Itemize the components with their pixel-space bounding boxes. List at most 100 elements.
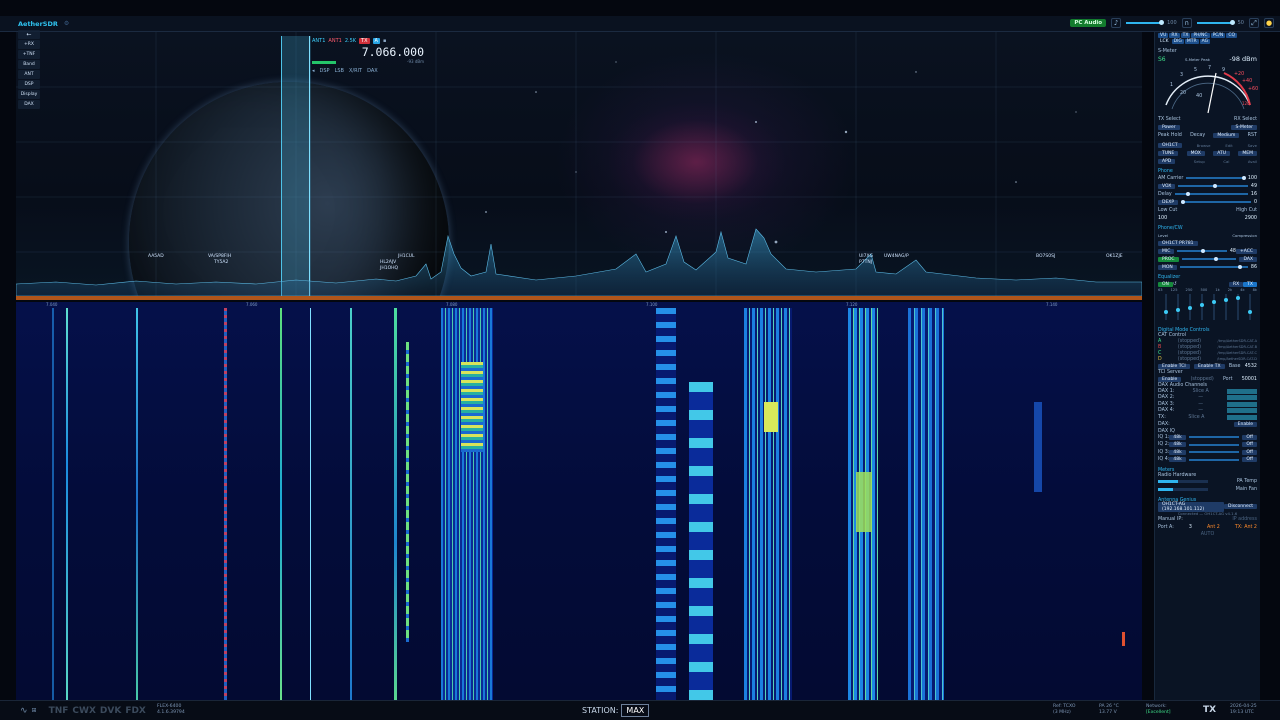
dax-tx-button[interactable]: DAX xyxy=(1239,256,1257,262)
menu-ant-button[interactable]: ANT xyxy=(18,70,40,79)
dax-enable-button[interactable]: Enable xyxy=(1233,422,1257,427)
chip-lck[interactable]: LCK xyxy=(1158,39,1171,44)
apd-button[interactable]: APD xyxy=(1158,158,1176,164)
iq-toggle[interactable]: Off xyxy=(1242,457,1257,463)
dexp-slider[interactable] xyxy=(1181,200,1251,204)
mic-source-select[interactable]: MIC xyxy=(1158,248,1175,254)
frequency-scale-bar[interactable] xyxy=(16,296,1142,300)
profile-save[interactable]: Save xyxy=(1248,143,1257,148)
manual-ip-input[interactable]: IP address xyxy=(1232,517,1257,522)
fdx-toggle[interactable]: FDX xyxy=(125,706,146,716)
proc-button[interactable]: PROC xyxy=(1158,256,1179,262)
mox-button[interactable]: MOX xyxy=(1186,150,1205,156)
profile-browse[interactable]: Browse xyxy=(1197,143,1211,148)
iq-rate-select[interactable]: 48k xyxy=(1169,442,1186,448)
tx-low-cut[interactable]: 100 xyxy=(1158,216,1167,221)
mon-button[interactable]: MON xyxy=(1158,264,1177,270)
base-value[interactable]: 4532 xyxy=(1245,364,1257,369)
iq-toggle[interactable]: Off xyxy=(1242,434,1257,440)
filter-width[interactable]: 2.5K xyxy=(345,38,356,44)
station-value[interactable]: MAX xyxy=(621,704,650,717)
pc-audio-button[interactable]: PC Audio xyxy=(1070,19,1107,27)
slice-dax-tab[interactable]: DAX xyxy=(367,68,378,74)
iq-toggle[interactable]: Off xyxy=(1242,442,1257,448)
port-value[interactable]: 50001 xyxy=(1242,377,1257,382)
delay-slider[interactable] xyxy=(1174,192,1248,196)
ag-disconnect-button[interactable]: Disconnect xyxy=(1224,504,1257,509)
settings-icon[interactable]: ⚙ xyxy=(64,20,69,27)
iq-rate-select[interactable]: 48k xyxy=(1169,449,1186,455)
mem-button[interactable]: MEM xyxy=(1238,150,1257,156)
spot-label[interactable]: UW4NAG/P xyxy=(884,254,909,259)
tnf-toggle[interactable]: TNF xyxy=(49,706,69,716)
menu-rx-button[interactable]: +RX xyxy=(18,40,40,49)
apd-setup[interactable]: Setup xyxy=(1194,159,1205,164)
proc-slider[interactable] xyxy=(1181,257,1237,261)
spot-label[interactable]: AA5AD xyxy=(148,254,164,259)
dax-channel-value[interactable]: Slice A xyxy=(1193,389,1209,394)
tune-button[interactable]: TUNE xyxy=(1158,150,1179,156)
spot-label[interactable]: JH1OHQ xyxy=(380,266,398,271)
slice-mode-tab[interactable]: LSB xyxy=(335,68,344,74)
spot-label[interactable]: VA/SP8FIH xyxy=(208,254,231,259)
apd-avail[interactable]: Avail xyxy=(1248,159,1257,164)
tx-meter-select[interactable]: Power xyxy=(1158,124,1180,130)
chip-tx[interactable]: TX xyxy=(1180,33,1191,38)
iq-toggle[interactable]: Off xyxy=(1242,449,1257,455)
headphones-icon[interactable]: ∩ xyxy=(1181,18,1192,28)
spot-label[interactable]: HL2AJV xyxy=(380,260,396,265)
expand-icon[interactable]: ⤢ xyxy=(1249,18,1259,28)
menu-display-button[interactable]: Display xyxy=(18,90,40,99)
chip-cq[interactable]: CQ xyxy=(1226,33,1237,38)
dax-channel-value[interactable]: — xyxy=(1198,395,1203,400)
dax-channel-value[interactable]: Slice A xyxy=(1188,415,1204,420)
tx-profile-select[interactable]: OH1CT xyxy=(1158,142,1182,148)
eq-on-button[interactable]: ON xyxy=(1158,281,1173,287)
chip-vu[interactable]: VU xyxy=(1158,33,1169,38)
panadapter[interactable]: AA5AD VA/SP8FIH TY5A2 JH1CUL HL2AJV JH1O… xyxy=(16,32,1142,300)
mon-slider[interactable] xyxy=(1179,265,1248,269)
acc-button[interactable]: +ACC xyxy=(1235,248,1257,254)
menu-band-button[interactable]: Band xyxy=(18,60,40,69)
headphone-slider[interactable] xyxy=(1196,20,1235,25)
profile-edit[interactable]: Edit xyxy=(1225,143,1232,148)
spot-label[interactable]: P7TNJ xyxy=(859,260,872,265)
menu-dsp-button[interactable]: DSP xyxy=(18,80,40,89)
tx-indicator[interactable]: TX xyxy=(1203,705,1216,715)
rx-antenna[interactable]: ANT1 xyxy=(312,38,325,44)
spot-label[interactable]: TY5A2 xyxy=(214,260,228,265)
atu-button[interactable]: ATU xyxy=(1213,150,1230,156)
peak-hold-toggle[interactable]: Peak Hold xyxy=(1158,133,1182,138)
chip-dig[interactable]: DIG xyxy=(1171,39,1184,44)
eq-rx-button[interactable]: RX xyxy=(1228,281,1244,287)
spot-label[interactable]: UI7XG xyxy=(859,254,873,259)
am-carrier-slider[interactable] xyxy=(1186,176,1246,180)
slice-dsp-tab[interactable]: DSP xyxy=(320,68,330,74)
slice-rit-tab[interactable]: X/RIT xyxy=(349,68,362,74)
vox-button[interactable]: VOX xyxy=(1158,183,1176,189)
eq-reset-icon[interactable]: ↺ xyxy=(1173,282,1177,287)
lightbulb-icon[interactable]: ● xyxy=(1264,18,1274,28)
speaker-mute-icon[interactable]: ◂ xyxy=(312,68,315,74)
tci-enable-button[interactable]: Enable xyxy=(1158,376,1182,382)
auto-button[interactable]: AUTO xyxy=(1158,532,1257,537)
menu-dax-button[interactable]: DAX xyxy=(18,100,40,109)
tx-antenna[interactable]: ANT1 xyxy=(328,38,341,44)
slice-flag[interactable]: ANT1 ANT1 2.5K TX A ▪ 7.066.000 -93 dBm … xyxy=(312,38,424,82)
mic-slider[interactable] xyxy=(1177,249,1227,253)
tx-high-cut[interactable]: 2900 xyxy=(1245,216,1257,221)
eq-tx-button[interactable]: TX xyxy=(1243,281,1257,287)
chip-pcn[interactable]: PC/N xyxy=(1210,33,1226,38)
waterfall-display[interactable]: 7.040 7.060 7.080 7.100 7.120 7.140 xyxy=(16,302,1142,700)
reset-button[interactable]: RST xyxy=(1248,133,1257,138)
dax-channel-value[interactable]: — xyxy=(1198,402,1203,407)
dvk-toggle[interactable]: DVK xyxy=(100,706,121,716)
chip-phnc[interactable]: PH/NC xyxy=(1191,33,1210,38)
iq-rate-select[interactable]: 48k xyxy=(1169,457,1186,463)
decay-select[interactable]: Medium xyxy=(1213,132,1240,138)
chip-ag[interactable]: AG xyxy=(1199,39,1211,44)
chip-mtr[interactable]: MTR xyxy=(1184,39,1199,44)
apd-cal[interactable]: Cal xyxy=(1223,159,1229,164)
mic-profile-select[interactable]: OH1CT PR781 xyxy=(1158,240,1198,246)
collapse-arrow-icon[interactable]: ← xyxy=(18,30,40,39)
